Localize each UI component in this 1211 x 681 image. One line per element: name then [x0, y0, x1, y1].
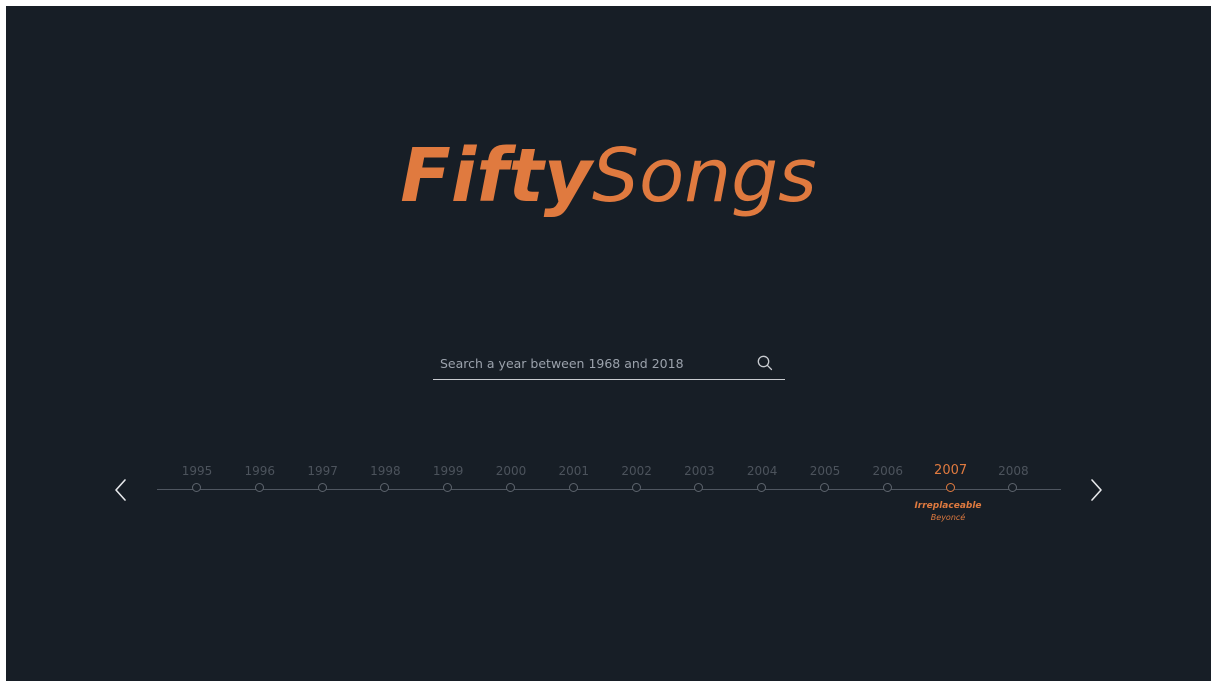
timeline-dot: [757, 483, 767, 492]
logo: FiftySongs: [6, 126, 1211, 226]
selected-song-artist: Beyoncé: [930, 513, 966, 522]
timeline-year-2006[interactable]: 2006: [858, 464, 918, 492]
timeline-dot: [192, 483, 201, 492]
timeline-dot: [380, 483, 390, 492]
timeline-year-label: 2003: [684, 464, 715, 478]
timeline-year-2004[interactable]: 2004: [732, 464, 792, 492]
timeline-year-1997[interactable]: 1997: [293, 464, 353, 492]
timeline-year-label: 2004: [746, 464, 778, 478]
selected-song-title: Irreplaceable: [914, 501, 982, 511]
search-icon[interactable]: [756, 354, 774, 372]
timeline-dot: [694, 483, 704, 492]
timeline-year-2005[interactable]: 2005: [795, 464, 855, 492]
timeline-year-label: 2008: [998, 464, 1029, 478]
timeline-year-2008[interactable]: 2008: [983, 464, 1043, 492]
timeline-year-1996[interactable]: 1996: [230, 464, 290, 492]
timeline-year-1998[interactable]: 1998: [355, 464, 415, 492]
timeline-dot: [631, 483, 641, 492]
timeline-year-label: 2007: [934, 463, 968, 478]
timeline-dot: [443, 483, 453, 492]
timeline-year-1995[interactable]: 1995: [167, 464, 227, 492]
timeline-year-1999[interactable]: 1999: [418, 464, 478, 492]
timeline-dot: [945, 483, 955, 492]
timeline-dot: [882, 483, 892, 492]
timeline-year-label: 1999: [432, 464, 464, 478]
search-input[interactable]: [433, 349, 752, 377]
timeline-dot: [820, 483, 829, 492]
timeline-year-2003[interactable]: 2003: [669, 464, 729, 492]
timeline-year-2002[interactable]: 2002: [607, 464, 667, 492]
timeline-year-label: 2001: [558, 464, 590, 478]
timeline-year-label: 2002: [621, 464, 652, 478]
timeline-year-2007[interactable]: 2007: [921, 463, 981, 492]
timeline-year-label: 1997: [307, 464, 338, 478]
timeline-year-label: 1996: [244, 464, 276, 478]
timeline-year-label: 1995: [181, 464, 213, 478]
timeline-dot: [568, 483, 578, 492]
timeline-year-label: 2000: [495, 464, 527, 478]
chevron-left-icon[interactable]: [111, 477, 131, 503]
timeline-dot: [254, 483, 264, 492]
timeline-dot: [317, 483, 327, 492]
timeline-year-2000[interactable]: 2000: [481, 464, 541, 492]
timeline-dot: [506, 483, 515, 492]
logo-songs: Songs: [592, 133, 817, 219]
chevron-right-icon[interactable]: [1086, 477, 1106, 503]
timeline-year-label: 2006: [872, 464, 904, 478]
app-window: FiftySongs 1995 1996 1997 1998 1999 2000 2001 2…: [6, 6, 1211, 681]
timeline-year-2001[interactable]: 2001: [544, 464, 604, 492]
timeline-dot: [1008, 483, 1018, 492]
timeline-year-label: 1998: [370, 464, 401, 478]
logo-fifty: Fifty: [400, 133, 593, 219]
search-bar: [433, 349, 785, 380]
timeline-year-label: 2005: [809, 464, 841, 478]
